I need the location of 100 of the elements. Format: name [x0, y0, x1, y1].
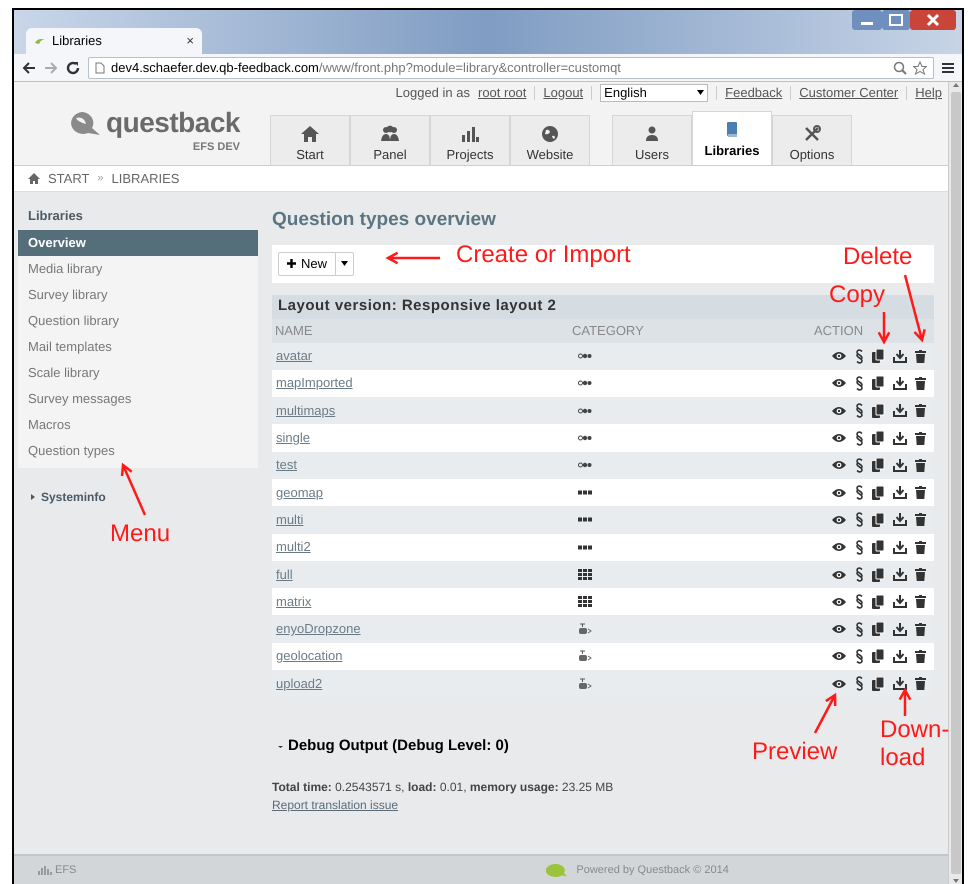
- section-sign-icon[interactable]: [855, 567, 864, 582]
- section-sign-icon[interactable]: [855, 376, 864, 391]
- download-icon[interactable]: [893, 458, 907, 472]
- breadcrumb-link[interactable]: LIBRARIES: [112, 168, 180, 188]
- question-type-link[interactable]: geomap: [276, 484, 323, 500]
- section-sign-icon[interactable]: [855, 540, 864, 555]
- download-icon[interactable]: [893, 540, 907, 554]
- copy-icon[interactable]: [872, 458, 885, 472]
- download-icon[interactable]: [893, 622, 907, 636]
- trash-icon[interactable]: [915, 540, 926, 554]
- new-button[interactable]: New: [278, 252, 354, 276]
- copy-icon[interactable]: [872, 622, 885, 636]
- copy-icon[interactable]: [872, 486, 885, 500]
- nav-tab[interactable]: Projects: [430, 115, 510, 165]
- nav-tab[interactable]: Panel: [350, 115, 430, 165]
- question-type-link[interactable]: multimaps: [276, 402, 336, 418]
- question-type-link[interactable]: test: [276, 457, 297, 472]
- section-sign-icon[interactable]: [855, 485, 864, 500]
- trash-icon[interactable]: [915, 458, 926, 472]
- trash-icon[interactable]: [915, 595, 926, 608]
- sidebar-item[interactable]: Survey library: [18, 282, 258, 308]
- trash-icon[interactable]: [915, 486, 926, 500]
- nav-tab[interactable]: Libraries: [692, 111, 772, 165]
- copy-icon[interactable]: [872, 404, 885, 418]
- trash-icon[interactable]: [915, 350, 926, 363]
- download-icon[interactable]: [893, 595, 907, 608]
- question-type-link[interactable]: enyoDropzone: [276, 621, 361, 636]
- eye-icon[interactable]: [831, 514, 847, 526]
- report-translation-link[interactable]: Report translation issue: [272, 796, 398, 814]
- reload-icon[interactable]: [66, 60, 80, 74]
- eye-icon[interactable]: [831, 568, 847, 581]
- section-sign-icon[interactable]: [855, 512, 864, 528]
- minimize-icon[interactable]: [852, 10, 882, 30]
- sidebar-item[interactable]: Survey messages: [18, 386, 258, 412]
- section-sign-icon[interactable]: [855, 648, 864, 664]
- close-icon[interactable]: [910, 10, 956, 30]
- scroll-down-icon[interactable]: [952, 878, 960, 884]
- eye-icon[interactable]: [831, 486, 847, 499]
- question-type-link[interactable]: multi: [276, 512, 304, 527]
- eye-icon[interactable]: [831, 350, 847, 362]
- address-field[interactable]: dev4.schaefer.dev.qb-feedback.com/www/front.php?module=library&controller=customqt: [88, 56, 934, 78]
- menu-icon[interactable]: [942, 62, 954, 74]
- trash-icon[interactable]: [915, 568, 926, 582]
- trash-icon[interactable]: [915, 677, 926, 690]
- sidebar-item[interactable]: Question types: [18, 438, 258, 464]
- eye-icon[interactable]: [831, 459, 847, 472]
- nav-tab[interactable]: Users: [612, 115, 692, 165]
- breadcrumb-link[interactable]: START: [48, 168, 90, 188]
- sidebar-item[interactable]: Media library: [18, 256, 258, 282]
- copy-icon[interactable]: [872, 676, 885, 691]
- eye-icon[interactable]: [831, 623, 847, 636]
- section-sign-icon[interactable]: [855, 622, 864, 637]
- eye-icon[interactable]: [831, 541, 847, 554]
- header-link[interactable]: Help: [915, 82, 942, 102]
- eye-icon[interactable]: [831, 650, 847, 662]
- trash-icon[interactable]: [915, 432, 926, 445]
- copy-icon[interactable]: [872, 431, 885, 446]
- eye-icon[interactable]: [831, 596, 847, 608]
- trash-icon[interactable]: [915, 622, 926, 636]
- zoom-icon[interactable]: [893, 60, 907, 74]
- nav-tab[interactable]: Start: [270, 115, 350, 165]
- copy-icon[interactable]: [872, 349, 885, 364]
- user-link[interactable]: root root: [478, 82, 526, 102]
- nav-tab[interactable]: Options: [772, 115, 852, 165]
- question-type-link[interactable]: mapImported: [276, 375, 353, 390]
- copy-icon[interactable]: [872, 512, 885, 527]
- question-type-link[interactable]: avatar: [276, 348, 312, 364]
- sidebar-item[interactable]: Question library: [18, 308, 258, 334]
- eye-icon[interactable]: [831, 404, 847, 417]
- sidebar-item[interactable]: Scale library: [18, 360, 258, 386]
- eye-icon[interactable]: [831, 377, 847, 390]
- tab-close-button[interactable]: ×: [186, 31, 194, 51]
- section-sign-icon[interactable]: [855, 458, 864, 473]
- sidebar-item[interactable]: Overview: [18, 230, 258, 256]
- trash-icon[interactable]: [915, 513, 926, 526]
- question-type-link[interactable]: multi2: [276, 539, 311, 554]
- caret-icon[interactable]: [341, 261, 348, 266]
- section-sign-icon[interactable]: [855, 348, 864, 364]
- download-icon[interactable]: [893, 568, 907, 582]
- home-icon[interactable]: [28, 173, 40, 184]
- section-sign-icon[interactable]: [855, 676, 864, 692]
- download-icon[interactable]: [893, 432, 907, 445]
- back-icon[interactable]: [22, 62, 36, 74]
- download-icon[interactable]: [893, 350, 907, 363]
- debug-output-toggle[interactable]: Debug Output (Debug Level: 0): [278, 735, 509, 758]
- language-dropdown[interactable]: English: [600, 84, 708, 102]
- copy-icon[interactable]: [872, 568, 885, 582]
- copy-icon[interactable]: [872, 376, 885, 390]
- section-sign-icon[interactable]: [855, 403, 864, 418]
- systeminfo-toggle[interactable]: Systeminfo: [18, 488, 258, 506]
- download-icon[interactable]: [893, 404, 907, 418]
- trash-icon[interactable]: [915, 650, 926, 663]
- download-icon[interactable]: [893, 376, 907, 390]
- download-icon[interactable]: [893, 677, 907, 690]
- question-type-link[interactable]: full: [276, 566, 293, 582]
- section-sign-icon[interactable]: [855, 594, 864, 610]
- question-type-link[interactable]: upload2: [276, 676, 322, 691]
- eye-icon[interactable]: [831, 432, 847, 444]
- logout-link[interactable]: Logout: [543, 82, 584, 102]
- question-type-link[interactable]: matrix: [276, 594, 312, 609]
